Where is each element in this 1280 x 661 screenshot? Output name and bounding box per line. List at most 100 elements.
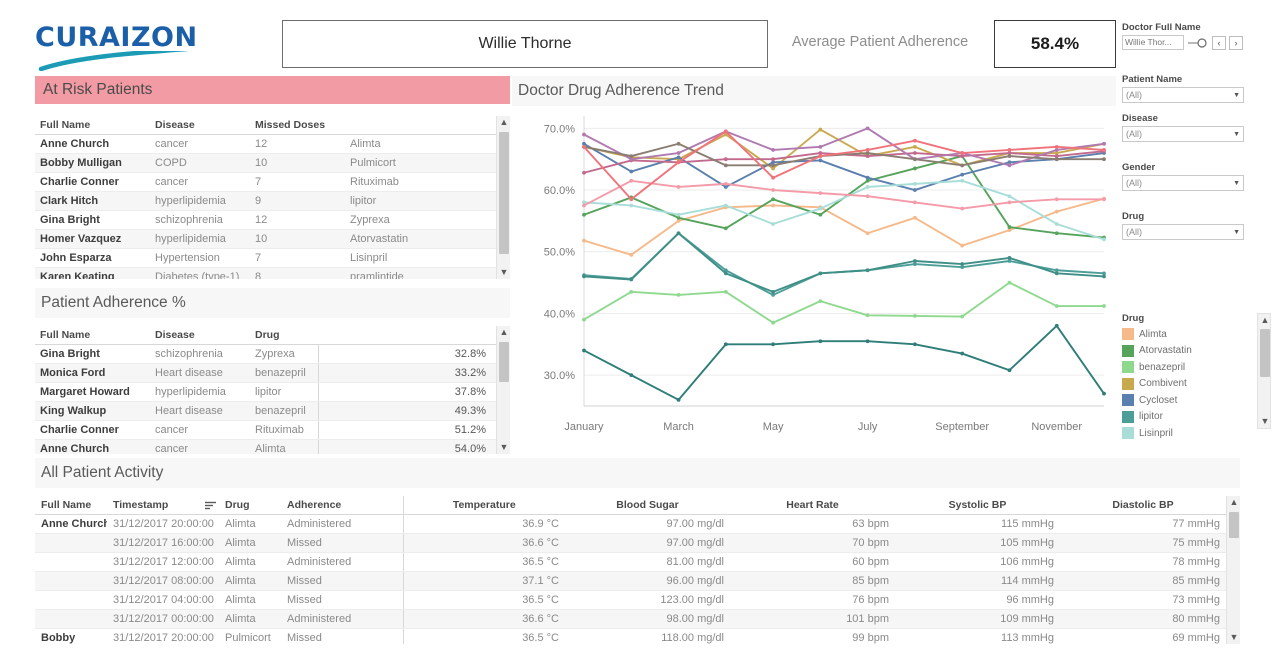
col-diastolic-bp[interactable]: Diastolic BP [1060, 496, 1226, 515]
scroll-up-icon[interactable]: ▲ [497, 326, 510, 339]
table-row[interactable]: 31/12/2017 12:00:00 Alimta Administered 36.… [35, 552, 1226, 572]
chevron-down-icon[interactable]: ▼ [1233, 131, 1240, 138]
all-patient-activity-scrollbar[interactable]: ▲ ▼ [1226, 496, 1240, 644]
legend-item[interactable]: Alimta [1122, 326, 1244, 343]
col-disease[interactable]: Disease [150, 116, 250, 135]
at-risk-scrollbar[interactable]: ▲ ▼ [496, 116, 510, 279]
table-row[interactable]: Gina Bright schizophrenia Zyprexa 32.8% [35, 344, 496, 364]
col-full-name[interactable]: Full Name [35, 116, 150, 135]
filter-dropdown[interactable]: (All) ▼ [1122, 87, 1244, 103]
patient-drug: Rituximab [250, 420, 318, 440]
prev-doctor-button[interactable]: ‹ [1212, 35, 1226, 50]
table-row[interactable]: Monica Ford Heart disease benazepril 33.2% [35, 363, 496, 383]
table-row[interactable]: Margaret Howard hyperlipidemia lipitor 37.8… [35, 382, 496, 402]
patient-disease: cancer [150, 134, 250, 154]
legend-item[interactable]: Lisinpril [1122, 425, 1244, 442]
table-row[interactable]: Charlie Conner cancer 7 Rituximab [35, 172, 496, 192]
activity-heart-rate: 101 bpm [730, 609, 895, 629]
activity-temperature: 37.1 °C [402, 571, 565, 591]
scroll-thumb[interactable] [499, 132, 509, 254]
table-row[interactable]: King Walkup Heart disease benazepril 49.3% [35, 401, 496, 421]
scroll-up-icon[interactable]: ▲ [497, 116, 510, 129]
activity-diastolic-bp: 77 mmHg [1060, 514, 1226, 534]
scroll-down-icon[interactable]: ▼ [1227, 631, 1240, 644]
logo-swoosh-icon [38, 51, 189, 71]
slider-handle-icon[interactable] [1187, 36, 1209, 50]
table-row[interactable]: 31/12/2017 08:00:00 Alimta Missed 37.1 °C 96… [35, 571, 1226, 591]
table-row[interactable]: 31/12/2017 00:00:00 Alimta Administered 36.… [35, 609, 1226, 629]
legend-label: benazepril [1139, 361, 1186, 373]
scroll-down-icon[interactable]: ▼ [1258, 415, 1272, 428]
filter-dropdown[interactable]: (All) ▼ [1122, 175, 1244, 191]
filter-dropdown[interactable]: (All) ▼ [1122, 224, 1244, 240]
legend-item[interactable]: lipitor [1122, 409, 1244, 426]
col-disease[interactable]: Disease [150, 326, 250, 345]
activity-temperature: 36.5 °C [402, 552, 565, 572]
adherence-percent: 37.8% [317, 382, 496, 402]
table-row[interactable]: Bobby Mulligan COPD 10 Pulmicort [35, 153, 496, 173]
legend-item[interactable]: Cycloset [1122, 392, 1244, 409]
legend-item[interactable]: Combivent [1122, 376, 1244, 393]
table-row[interactable]: John Esparza Hypertension 7 Lisinpril [35, 248, 496, 268]
scroll-thumb[interactable] [1260, 329, 1270, 377]
patient-adherence-scrollbar[interactable]: ▲ ▼ [496, 326, 510, 454]
legend-item[interactable]: Atorvastatin [1122, 343, 1244, 360]
scroll-up-icon[interactable]: ▲ [1258, 314, 1272, 327]
scroll-thumb[interactable] [1229, 512, 1239, 538]
col-drug[interactable]: Drug [250, 326, 318, 345]
chevron-down-icon[interactable]: ▼ [1233, 92, 1240, 99]
table-row[interactable]: Clark Hitch hyperlipidemia 9 lipitor [35, 191, 496, 211]
table-row[interactable]: Bobby 31/12/2017 20:00:00 Pulmicort Missed 3… [35, 628, 1226, 644]
activity-timestamp: 31/12/2017 16:00:00 [107, 533, 219, 553]
patient-disease: hyperlipidemia [150, 382, 250, 402]
table-row[interactable]: 31/12/2017 04:00:00 Alimta Missed 36.5 °C 12… [35, 590, 1226, 610]
table-row[interactable]: Anne Church cancer 12 Alimta [35, 134, 496, 154]
kpi-label: Average Patient Adherence [791, 34, 969, 50]
table-row[interactable]: 31/12/2017 16:00:00 Alimta Missed 36.6 °C 97… [35, 533, 1226, 553]
col-timestamp[interactable]: Timestamp [107, 496, 219, 515]
col-adherence-pct[interactable] [318, 326, 496, 345]
col-systolic-bp[interactable]: Systolic BP [895, 496, 1060, 515]
table-row[interactable]: Homer Vazquez hyperlipidemia 10 Atorvastati… [35, 229, 496, 249]
table-row[interactable]: Anne Church cancer Alimta 54.0% [35, 439, 496, 454]
at-risk-rows: Anne Church cancer 12 Alimta Bobby Mulligan C… [35, 134, 496, 279]
scroll-up-icon[interactable]: ▲ [1227, 496, 1240, 509]
doctor-filter-value[interactable]: Willie Thor... [1122, 35, 1184, 50]
adherence-percent: 54.0% [317, 439, 496, 454]
col-temperature[interactable]: Temperature [402, 496, 565, 515]
col-drug[interactable]: Drug [219, 496, 281, 515]
patient-drug: Zyprexa [345, 210, 496, 230]
next-doctor-button[interactable]: › [1229, 35, 1243, 50]
patient-adherence-table: Full Name Disease Drug Gina Bright schizo… [35, 326, 496, 454]
table-header-row: Full Name Disease Drug [35, 326, 496, 345]
col-full-name[interactable]: Full Name [35, 326, 150, 345]
table-row[interactable]: Anne Church 31/12/2017 20:00:00 Alimta Admi… [35, 514, 1226, 534]
scroll-thumb[interactable] [499, 342, 509, 382]
col-adherence[interactable]: Adherence [281, 496, 403, 515]
col-full-name[interactable]: Full Name [35, 496, 107, 515]
col-blood-sugar[interactable]: Blood Sugar [565, 496, 730, 515]
scroll-down-icon[interactable]: ▼ [497, 266, 510, 279]
filter-dropdown[interactable]: (All) ▼ [1122, 126, 1244, 142]
x-axis-tick: November [1031, 421, 1082, 433]
legend-item[interactable]: benazepril [1122, 359, 1244, 376]
patient-drug: Lisinpril [345, 248, 496, 268]
chevron-down-icon[interactable]: ▼ [1233, 180, 1240, 187]
chevron-down-icon[interactable]: ▼ [1233, 229, 1240, 236]
x-axis-tick: September [935, 421, 989, 433]
col-heart-rate[interactable]: Heart Rate [730, 496, 895, 515]
doctor-name-display[interactable]: Willie Thorne [282, 20, 768, 68]
activity-adherence: Missed [281, 628, 403, 644]
patient-name [35, 590, 107, 610]
table-row[interactable]: Karen Keating Diabetes (type-1) 8 pramlinti… [35, 267, 496, 279]
col-drug[interactable] [345, 116, 496, 135]
col-missed-doses[interactable]: Missed Doses [250, 116, 345, 135]
filter-drug: Drug (All) ▼ [1122, 211, 1274, 240]
table-row[interactable]: Charlie Conner cancer Rituximab 51.2% [35, 420, 496, 440]
sort-icon[interactable] [205, 501, 217, 510]
legend-scrollbar[interactable]: ▲ ▼ [1257, 313, 1271, 429]
activity-timestamp: 31/12/2017 04:00:00 [107, 590, 219, 610]
table-row[interactable]: Gina Bright schizophrenia 12 Zyprexa [35, 210, 496, 230]
scroll-down-icon[interactable]: ▼ [497, 441, 510, 454]
activity-heart-rate: 99 bpm [730, 628, 895, 644]
